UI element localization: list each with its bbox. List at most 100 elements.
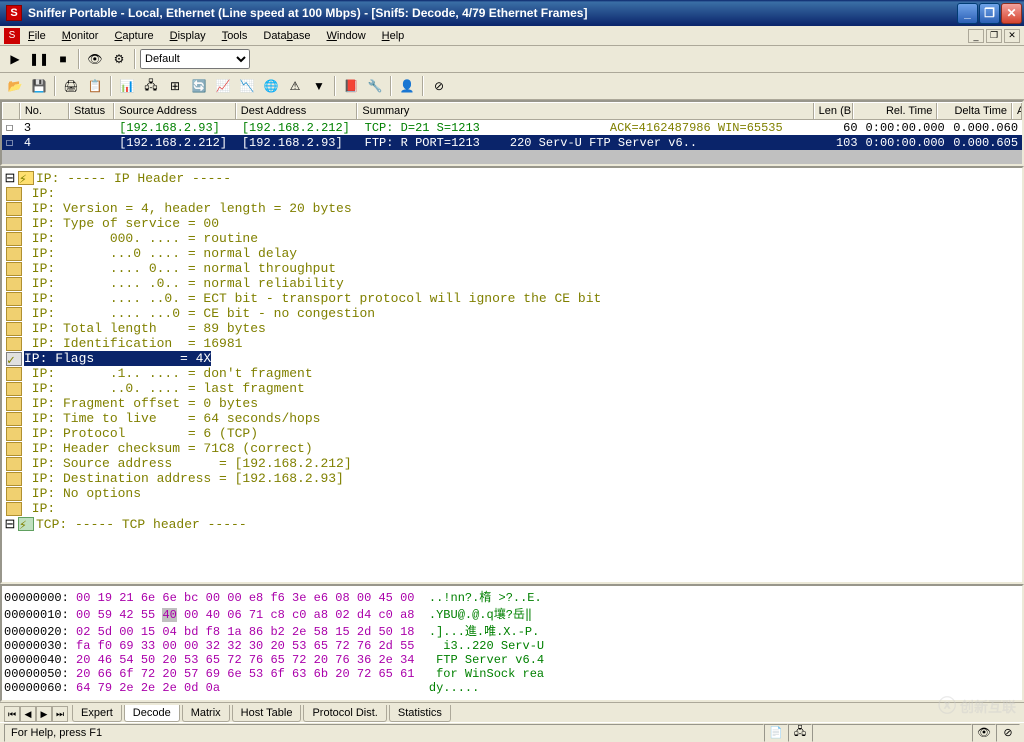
- decode-line[interactable]: IP: .... 0... = normal throughput: [4, 261, 1020, 276]
- status-icon-2: 🖧: [788, 724, 812, 742]
- mdi-close[interactable]: ✕: [1004, 29, 1020, 43]
- hex-line[interactable]: 00000060: 64 79 2e 2e 2e 0d 0a dy.....: [4, 681, 1020, 695]
- watermark: ⓧ 创新互联: [938, 692, 1016, 718]
- profile-select[interactable]: Default: [140, 49, 250, 69]
- col-delta[interactable]: Delta Time: [937, 103, 1012, 119]
- decode-line[interactable]: IP: .1.. .... = don't fragment: [4, 366, 1020, 381]
- art-icon[interactable]: 🔄: [188, 75, 210, 97]
- window-buttons: _ ❐ ✕: [957, 3, 1022, 24]
- tab-statistics[interactable]: Statistics: [389, 705, 451, 722]
- col-rel[interactable]: Rel. Time: [853, 103, 937, 119]
- menu-display[interactable]: Display: [162, 28, 214, 44]
- menu-monitor[interactable]: Monitor: [54, 28, 107, 44]
- copy-icon[interactable]: 📋: [84, 75, 106, 97]
- menu-window[interactable]: Window: [319, 28, 374, 44]
- decode-line[interactable]: IP: Protocol = 6 (TCP): [4, 426, 1020, 441]
- frame-row-3[interactable]: ☐ 3 [192.168.2.93] [192.168.2.212] TCP: …: [2, 120, 1022, 135]
- tab-nav-prev[interactable]: ◀: [20, 706, 36, 722]
- filter-icon[interactable]: ▼: [308, 75, 330, 97]
- minimize-button[interactable]: _: [957, 3, 978, 24]
- grid-header: No. Status Source Address Dest Address S…: [2, 102, 1022, 120]
- hex-line[interactable]: 00000030: fa f0 69 33 00 00 32 32 30 20 …: [4, 639, 1020, 653]
- window-title: Sniffer Portable - Local, Ethernet (Line…: [26, 6, 957, 20]
- col-no[interactable]: No.: [20, 103, 69, 119]
- ip-flags-line[interactable]: ✓ IP: Flags = 4X: [4, 351, 1020, 366]
- decode-line[interactable]: IP: Identification = 16981: [4, 336, 1020, 351]
- decode-line[interactable]: IP: .... .0.. = normal reliability: [4, 276, 1020, 291]
- hex-panel[interactable]: 00000000: 00 19 21 6e 6e bc 00 00 e8 f6 …: [0, 584, 1024, 702]
- hex-line[interactable]: 00000020: 02 5d 00 15 04 bd f8 1a 86 b2 …: [4, 622, 1020, 639]
- decode-line[interactable]: IP: .... ..0. = ECT bit - transport prot…: [4, 291, 1020, 306]
- hex-line[interactable]: 00000000: 00 19 21 6e 6e bc 00 00 e8 f6 …: [4, 588, 1020, 605]
- tab-nav-next[interactable]: ▶: [36, 706, 52, 722]
- frame-row-4[interactable]: ☐ 4 [192.168.2.212] [192.168.2.93] FTP: …: [2, 135, 1022, 150]
- col-checkbox[interactable]: [2, 103, 20, 119]
- decode-line[interactable]: IP: ..0. .... = last fragment: [4, 381, 1020, 396]
- col-status[interactable]: Status: [69, 103, 114, 119]
- print-icon[interactable]: 🖨: [60, 75, 82, 97]
- ip-header-line[interactable]: ⊟ ⚡ IP: ----- IP Header -----: [4, 170, 1020, 186]
- decode-line[interactable]: IP: No options: [4, 486, 1020, 501]
- tab-matrix[interactable]: Matrix: [182, 705, 230, 722]
- menu-capture[interactable]: Capture: [106, 28, 161, 44]
- open-icon[interactable]: 📂: [4, 75, 26, 97]
- decode-line[interactable]: IP: Time to live = 64 seconds/hops: [4, 411, 1020, 426]
- alarm-icon[interactable]: ⚠: [284, 75, 306, 97]
- decode-line[interactable]: IP: Fragment offset = 0 bytes: [4, 396, 1020, 411]
- col-abs[interactable]: Abs. Time: [1012, 103, 1022, 119]
- tab-expert[interactable]: Expert: [72, 705, 122, 722]
- decode-line[interactable]: IP:: [4, 501, 1020, 516]
- expert-icon[interactable]: 👤: [396, 75, 418, 97]
- save-icon[interactable]: 💾: [28, 75, 50, 97]
- history-icon[interactable]: 📉: [236, 75, 258, 97]
- play-button[interactable]: ▶: [4, 48, 26, 70]
- global-icon[interactable]: 🌐: [260, 75, 282, 97]
- tab-protocol-dist-[interactable]: Protocol Dist.: [303, 705, 386, 722]
- hex-line[interactable]: 00000040: 20 46 54 50 20 53 65 72 76 65 …: [4, 653, 1020, 667]
- maximize-button[interactable]: ❐: [979, 3, 1000, 24]
- col-len[interactable]: Len (B: [814, 103, 853, 119]
- capture-settings-icon[interactable]: ⚙: [108, 48, 130, 70]
- decode-line[interactable]: IP: Source address = [192.168.2.212]: [4, 456, 1020, 471]
- menu-file[interactable]: File: [20, 28, 54, 44]
- decode-line[interactable]: IP: .... ...0 = CE bit - no congestion: [4, 306, 1020, 321]
- matrix-icon[interactable]: ⊞: [164, 75, 186, 97]
- menu-tools[interactable]: Tools: [214, 28, 256, 44]
- menu-help[interactable]: Help: [374, 28, 413, 44]
- close-button[interactable]: ✕: [1001, 3, 1022, 24]
- hosts-icon[interactable]: 🖧: [140, 75, 162, 97]
- col-summary[interactable]: Summary: [357, 103, 813, 119]
- col-dest[interactable]: Dest Address: [236, 103, 358, 119]
- decode-line[interactable]: IP: Version = 4, header length = 20 byte…: [4, 201, 1020, 216]
- status-bar: For Help, press F1 📄 🖧 👁 ⊘: [0, 722, 1024, 742]
- col-source[interactable]: Source Address: [114, 103, 236, 119]
- decode-line[interactable]: IP:: [4, 186, 1020, 201]
- decode-line[interactable]: IP: 000. .... = routine: [4, 231, 1020, 246]
- tools-icon[interactable]: 🔧: [364, 75, 386, 97]
- decode-line[interactable]: IP: Type of service = 00: [4, 216, 1020, 231]
- decode-line[interactable]: IP: Header checksum = 71C8 (correct): [4, 441, 1020, 456]
- mdi-restore[interactable]: ❐: [986, 29, 1002, 43]
- pause-button[interactable]: ❚❚: [28, 48, 50, 70]
- decode-line[interactable]: IP: Total length = 89 bytes: [4, 321, 1020, 336]
- mdi-icon[interactable]: S: [4, 28, 20, 44]
- menu-database[interactable]: Database: [255, 28, 318, 44]
- tab-host-table[interactable]: Host Table: [232, 705, 302, 722]
- decode-line[interactable]: IP: Destination address = [192.168.2.93]: [4, 471, 1020, 486]
- tab-nav-first[interactable]: ⏮: [4, 706, 20, 722]
- tab-decode[interactable]: Decode: [124, 705, 180, 722]
- protocols-icon[interactable]: 📈: [212, 75, 234, 97]
- menu-bar: S File Monitor Capture Display Tools Dat…: [0, 26, 1024, 46]
- mdi-minimize[interactable]: _: [968, 29, 984, 43]
- no-icon[interactable]: ⊘: [428, 75, 450, 97]
- addr-book-icon[interactable]: 📕: [340, 75, 362, 97]
- binoculars-icon[interactable]: 👁: [84, 48, 106, 70]
- hex-line[interactable]: 00000050: 20 66 6f 72 20 57 69 6e 53 6f …: [4, 667, 1020, 681]
- tcp-header-line[interactable]: ⊟ ⚡ TCP: ----- TCP header -----: [4, 516, 1020, 532]
- tab-nav-last[interactable]: ⏭: [52, 706, 68, 722]
- hex-line[interactable]: 00000010: 00 59 42 55 40 00 40 06 71 c8 …: [4, 605, 1020, 622]
- stop-button[interactable]: ■: [52, 48, 74, 70]
- decode-panel[interactable]: ⊟ ⚡ IP: ----- IP Header ----- IP: IP: Ve…: [0, 166, 1024, 584]
- decode-line[interactable]: IP: ...0 .... = normal delay: [4, 246, 1020, 261]
- dashboard-icon[interactable]: 📊: [116, 75, 138, 97]
